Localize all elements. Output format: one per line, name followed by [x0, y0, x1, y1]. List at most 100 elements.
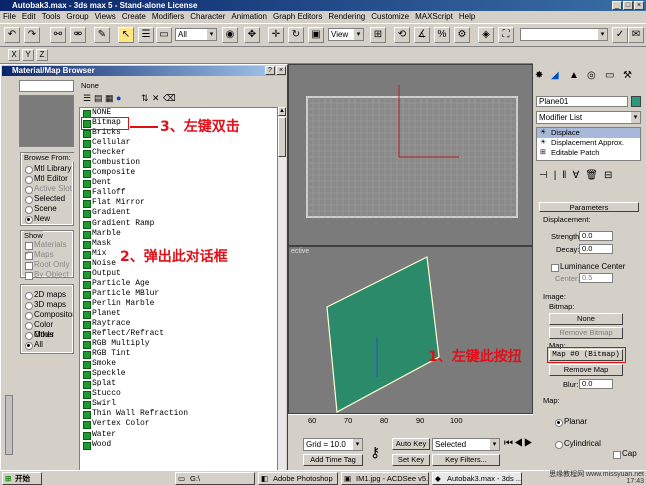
axis-x-icon[interactable]: X: [8, 49, 20, 61]
modify-tab-icon[interactable]: ◢: [551, 70, 559, 81]
selection-filter-dropdown[interactable]: All: [175, 28, 217, 41]
map-item[interactable]: Speckle: [80, 369, 281, 380]
menu-item[interactable]: Animation: [228, 12, 270, 21]
material-editor-icon[interactable]: ◈: [478, 27, 494, 43]
map-item[interactable]: Gradient Ramp: [80, 219, 281, 229]
add-time-tag-button[interactable]: Add Time Tag: [303, 454, 363, 466]
map-item[interactable]: Checker: [80, 148, 281, 159]
map-item[interactable]: Marble: [80, 229, 281, 239]
mirror-icon[interactable]: ⟲: [394, 27, 410, 43]
angle-snap-icon[interactable]: %: [434, 27, 450, 43]
maximize-button[interactable]: □: [623, 1, 633, 10]
ref-coord-dropdown[interactable]: View: [328, 28, 364, 41]
map-item[interactable]: Perlin Marble: [80, 299, 281, 309]
center-spinner[interactable]: 0.5: [579, 273, 618, 283]
menu-item[interactable]: Create: [119, 12, 149, 21]
map-list[interactable]: NONE Bitmap Bricks Cellular Checker Combustio…: [79, 107, 282, 473]
map-item[interactable]: Raytrace: [80, 319, 281, 330]
snap-icon[interactable]: ∡: [414, 27, 430, 43]
redo-icon[interactable]: ↷: [24, 27, 40, 43]
map-item[interactable]: Flat Mirror: [80, 198, 281, 209]
axis-z-icon[interactable]: Z: [36, 49, 48, 61]
map-type-radio[interactable]: Other: [25, 330, 73, 340]
map-item[interactable]: Wood: [80, 440, 281, 450]
modifier-stack[interactable]: ☀ Displace ☀ Displacement Approx. ⊞ Editabl…: [536, 127, 641, 161]
map-list-scrollbar[interactable]: ▲: [277, 107, 286, 473]
set-key-button[interactable]: Set Key: [392, 454, 430, 466]
menu-item[interactable]: Tools: [39, 12, 64, 21]
bind-space-warp-icon[interactable]: ✎: [94, 27, 110, 43]
lightbulb-icon[interactable]: ☀: [540, 128, 546, 138]
show-checkbox[interactable]: Materials: [25, 240, 73, 250]
map-item[interactable]: Dent: [80, 178, 281, 189]
link-icon[interactable]: ⚯: [50, 27, 66, 43]
pivot-icon[interactable]: ⊞: [370, 27, 386, 43]
remove-map-button[interactable]: Remove Map: [549, 364, 623, 376]
map-item[interactable]: Falloff: [80, 188, 281, 199]
utilities-tab-icon[interactable]: ⚒: [623, 70, 632, 81]
browse-from-radio[interactable]: New: [25, 214, 73, 224]
modifier-list-dropdown[interactable]: Modifier List: [536, 111, 641, 124]
bitmap-none-button[interactable]: None: [549, 313, 623, 325]
task-3dsmax[interactable]: ◆ Autobak3.max - 3ds ...: [432, 472, 522, 485]
viewport-top[interactable]: [288, 64, 533, 246]
map-item[interactable]: Water: [80, 430, 281, 440]
map-type-radio[interactable]: Compositors: [25, 310, 73, 320]
motion-tab-icon[interactable]: ◎: [587, 70, 596, 81]
map-type-radio[interactable]: 3D maps: [25, 300, 73, 310]
parameters-rollout[interactable]: Parameters: [539, 202, 639, 212]
menu-item[interactable]: Rendering: [325, 12, 368, 21]
undo-icon[interactable]: ↶: [4, 27, 20, 43]
help-button[interactable]: ?: [265, 66, 275, 75]
browse-from-radio[interactable]: Active Slot: [25, 184, 73, 194]
object-color-swatch[interactable]: [631, 96, 641, 107]
close-button[interactable]: ×: [634, 1, 644, 10]
unlink-icon[interactable]: ⚮: [70, 27, 86, 43]
show-checkbox[interactable]: Root Only: [25, 260, 73, 270]
task-explorer[interactable]: ▭ G:\: [175, 472, 255, 485]
map-type-radio[interactable]: All: [25, 340, 73, 350]
expand-icon[interactable]: ⊞: [540, 148, 546, 158]
stack-item-displacement-approx[interactable]: ☀ Displacement Approx.: [537, 138, 640, 148]
percent-snap-icon[interactable]: ⚙: [454, 27, 470, 43]
select-by-name-icon[interactable]: ☰: [138, 27, 154, 43]
strength-spinner[interactable]: 0.0: [579, 231, 618, 241]
menu-item[interactable]: Modifiers: [149, 12, 187, 21]
start-button[interactable]: ⊞ 开始: [2, 472, 42, 485]
map-item[interactable]: Planet: [80, 309, 281, 319]
selected-dropdown[interactable]: Selected: [432, 438, 500, 451]
menu-item[interactable]: MAXScript: [412, 12, 456, 21]
menu-item[interactable]: Group: [63, 12, 91, 21]
browse-from-radio[interactable]: Scene: [25, 204, 73, 214]
cylindrical-radio[interactable]: Cylindrical: [555, 439, 646, 449]
show-checkbox[interactable]: Maps: [25, 249, 73, 260]
map-item[interactable]: Swirl: [80, 399, 281, 410]
task-acdsee[interactable]: ▣ IM1.jpg - ACDSee v5.0: [341, 472, 429, 485]
move-icon[interactable]: ✛: [268, 27, 284, 43]
map-item[interactable]: Smoke: [80, 359, 281, 370]
map-item[interactable]: Vertex Color: [80, 419, 281, 430]
stack-item-displace[interactable]: ☀ Displace: [537, 128, 640, 138]
scale-icon[interactable]: ▣: [308, 27, 324, 43]
key-icon[interactable]: ⚷: [370, 444, 380, 461]
display-tab-icon[interactable]: ▭: [605, 70, 614, 81]
map-item[interactable]: Gradient: [80, 208, 281, 219]
menu-item[interactable]: Edit: [19, 12, 39, 21]
render-icon[interactable]: ⛶: [498, 27, 514, 43]
dialog-splitter[interactable]: [5, 395, 13, 455]
map-type-radio[interactable]: Color Mods: [25, 320, 73, 339]
map-item[interactable]: Thin Wall Refraction: [80, 409, 281, 420]
object-name-field[interactable]: Plane01: [536, 96, 628, 107]
task-photoshop[interactable]: ◧ Adobe Photoshop: [258, 472, 338, 485]
map-item[interactable]: Output: [80, 269, 281, 279]
map-item[interactable]: Reflect/Refract: [80, 329, 281, 340]
menu-item[interactable]: Graph Editors: [270, 12, 325, 21]
dialog-close-button[interactable]: ×: [276, 66, 286, 75]
region-select-icon[interactable]: ▭: [156, 27, 172, 43]
time-ruler[interactable]: 60 70 80 90 100: [288, 414, 533, 426]
menu-item[interactable]: File: [0, 12, 19, 21]
name-field[interactable]: [19, 80, 74, 92]
map-item[interactable]: RGB Multiply: [80, 339, 281, 350]
browse-from-radio[interactable]: Mtl Library: [25, 164, 73, 174]
decay-spinner[interactable]: 0.0: [579, 244, 618, 254]
